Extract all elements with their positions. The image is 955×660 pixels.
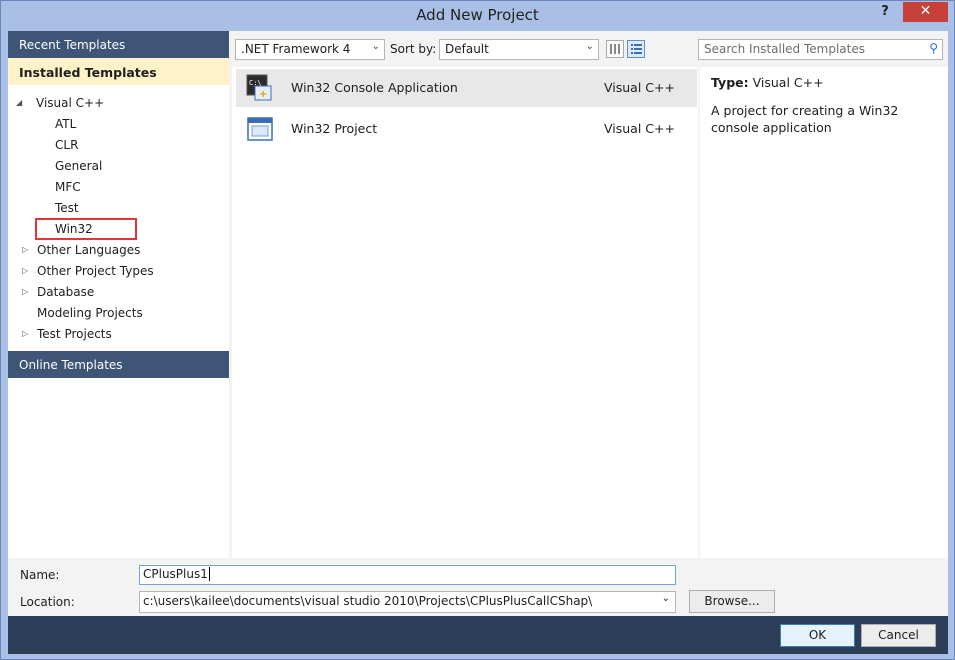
dialog-title: Add New Project: [416, 6, 539, 24]
expand-arrow-icon[interactable]: ▷: [22, 282, 30, 302]
location-value: c:\users\kailee\documents\visual studio …: [143, 594, 593, 608]
location-dropdown[interactable]: c:\users\kailee\documents\visual studio …: [139, 591, 676, 613]
tree-item-label: Other Project Types: [37, 264, 154, 278]
title-bar: Add New Project ? ✕: [1, 1, 954, 31]
tree-item-mfc[interactable]: MFC: [55, 177, 81, 197]
search-templates-input[interactable]: Search Installed Templates ⚲: [698, 39, 943, 60]
chevron-down-icon: ⌄: [661, 593, 670, 604]
sort-by-label: Sort by:: [390, 42, 437, 56]
console-app-icon: C:\ +: [246, 74, 272, 101]
ok-button[interactable]: OK: [780, 624, 855, 647]
list-view-icon[interactable]: [627, 40, 645, 58]
template-categories-pane: Recent Templates Installed Templates ◢ V…: [8, 31, 229, 558]
expand-arrow-icon[interactable]: ▷: [22, 261, 30, 281]
help-button[interactable]: ?: [876, 4, 894, 22]
framework-dropdown[interactable]: .NET Framework 4 ⌄: [235, 39, 385, 60]
templates-list: C:\ + Win32 Console Application Visual C…: [232, 67, 698, 558]
template-win32-project[interactable]: Win32 Project Visual C++: [236, 110, 697, 148]
search-placeholder: Search Installed Templates: [704, 42, 865, 56]
win32-project-icon: [247, 117, 273, 141]
type-value: Visual C++: [752, 75, 824, 90]
cancel-button[interactable]: Cancel: [861, 624, 936, 647]
tree-item-label: Visual C++: [36, 96, 105, 110]
name-label: Name:: [20, 568, 60, 582]
tree-item-label: Database: [37, 285, 95, 299]
template-name: Win32 Project: [291, 121, 378, 136]
search-icon[interactable]: ⚲: [929, 41, 938, 55]
expand-arrow-icon[interactable]: ◢: [16, 93, 24, 113]
template-details-pane: Type: Visual C++ A project for creating …: [700, 67, 948, 558]
svg-text:+: +: [259, 89, 267, 100]
tree-item-test[interactable]: Test: [55, 198, 79, 218]
chevron-down-icon: ⌄: [585, 41, 594, 52]
win32-highlight-box: [35, 218, 137, 240]
tree-item-general[interactable]: General: [55, 156, 102, 176]
installed-templates-header[interactable]: Installed Templates: [8, 58, 229, 85]
expand-arrow-icon[interactable]: ▷: [22, 240, 30, 260]
location-label: Location:: [20, 595, 75, 609]
add-new-project-dialog: Add New Project ? ✕ Recent Templates Ins…: [0, 0, 955, 660]
chevron-down-icon: ⌄: [371, 41, 380, 52]
close-button[interactable]: ✕: [903, 2, 948, 22]
template-name: Win32 Console Application: [291, 80, 458, 95]
text-cursor: [208, 567, 210, 581]
dialog-client: Recent Templates Installed Templates ◢ V…: [8, 31, 948, 654]
template-toolbar: .NET Framework 4 ⌄ Sort by: Default ⌄ Se…: [230, 31, 948, 67]
sort-by-value: Default: [445, 42, 489, 56]
sort-by-dropdown[interactable]: Default ⌄: [439, 39, 599, 60]
tree-item-label: Other Languages: [37, 243, 141, 257]
tree-item-modeling-projects[interactable]: Modeling Projects: [37, 303, 143, 323]
template-language: Visual C++: [604, 80, 675, 95]
tree-item-label: Test Projects: [37, 327, 112, 341]
name-field[interactable]: CPlusPlus1: [139, 565, 676, 585]
expand-arrow-icon[interactable]: ▷: [22, 324, 30, 344]
tree-item-clr[interactable]: CLR: [55, 135, 78, 155]
type-label: Type:: [711, 75, 749, 90]
online-templates-header[interactable]: Online Templates: [8, 351, 229, 378]
template-language: Visual C++: [604, 121, 675, 136]
small-icons-view-icon[interactable]: [606, 40, 624, 58]
browse-button[interactable]: Browse...: [689, 590, 775, 613]
template-description: A project for creating a Win32 console a…: [711, 103, 899, 135]
framework-value: .NET Framework 4: [241, 42, 351, 56]
name-value: CPlusPlus1: [143, 567, 208, 581]
template-type: Type: Visual C++: [711, 75, 937, 90]
tree-item-atl[interactable]: ATL: [55, 114, 76, 134]
recent-templates-header[interactable]: Recent Templates: [8, 31, 229, 58]
dialog-footer: OK Cancel: [8, 616, 948, 654]
template-win32-console-application[interactable]: C:\ + Win32 Console Application Visual C…: [236, 69, 697, 107]
